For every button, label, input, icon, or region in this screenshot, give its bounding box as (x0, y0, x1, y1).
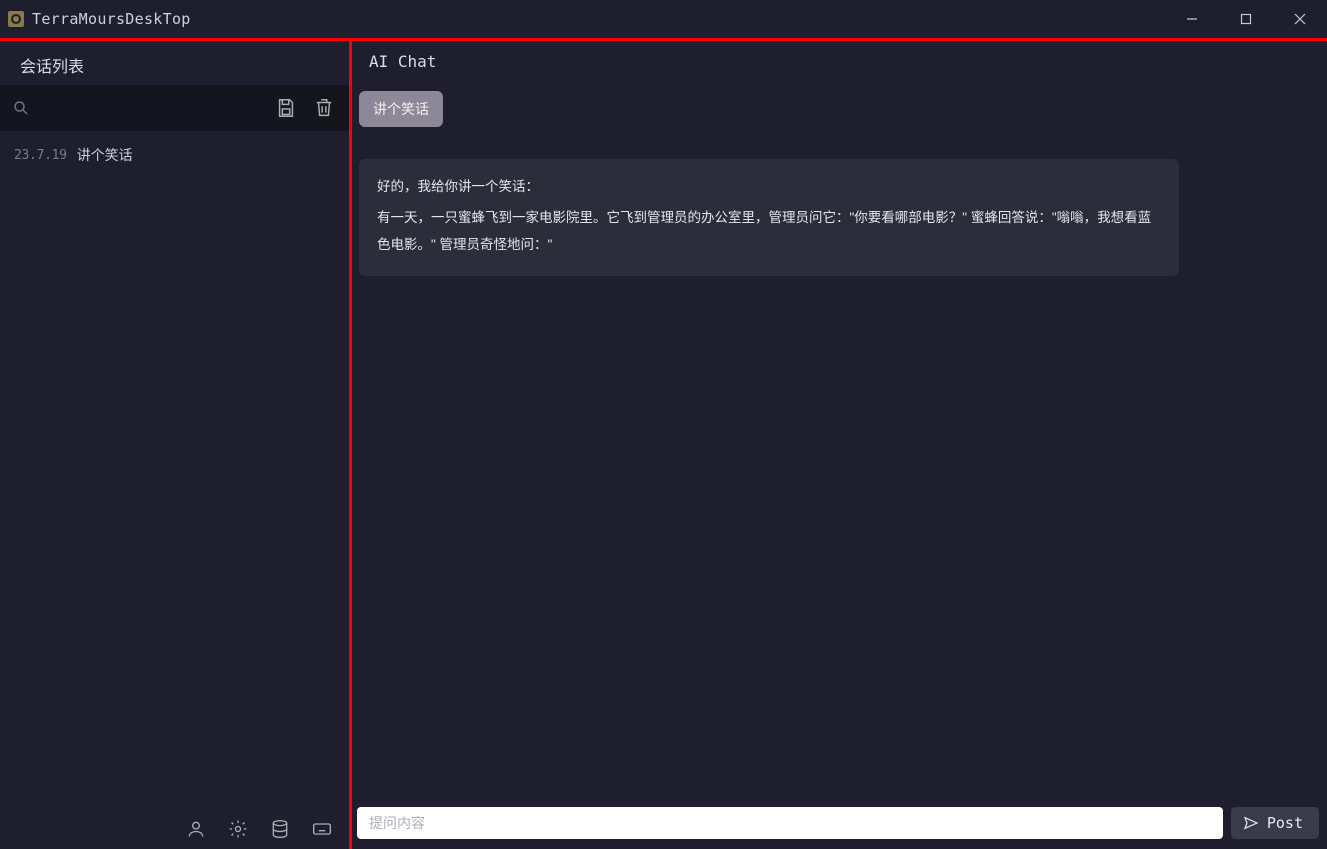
compose-input[interactable] (357, 807, 1223, 839)
conversation-item[interactable]: 23.7.19 讲个笑话 (0, 137, 349, 173)
delete-session-button[interactable] (309, 93, 339, 123)
conversation-title: 讲个笑话 (77, 145, 133, 165)
settings-button[interactable] (223, 814, 253, 844)
save-session-button[interactable] (271, 93, 301, 123)
sidebar-title: 会话列表 (0, 45, 349, 85)
window-title: TerraMoursDeskTop (32, 10, 191, 28)
conversation-list: 23.7.19 讲个笑话 (0, 131, 349, 809)
database-button[interactable] (265, 814, 295, 844)
user-button[interactable] (181, 814, 211, 844)
chat-scroll[interactable]: 讲个笑话 好的，我给你讲一个笑话： 有一天，一只蜜蜂飞到一家电影院里。它飞到管理… (349, 81, 1327, 801)
annotation-red-line-vertical (349, 41, 352, 849)
maximize-button[interactable] (1223, 3, 1269, 35)
composer: Post (349, 801, 1327, 849)
search-row (0, 85, 349, 131)
post-button[interactable]: Post (1231, 807, 1319, 839)
main-panel: AI Chat 讲个笑话 好的，我给你讲一个笑话： 有一天，一只蜜蜂飞到一家电影… (349, 41, 1327, 849)
ai-message-line: 有一天，一只蜜蜂飞到一家电影院里。它飞到管理员的办公室里，管理员问它："你要看哪… (377, 204, 1161, 258)
conversation-date: 23.7.19 (14, 148, 67, 163)
keyboard-button[interactable] (307, 814, 337, 844)
ai-message-line: 好的，我给你讲一个笑话： (377, 173, 1161, 200)
main-title: AI Chat (349, 41, 1327, 81)
ai-message: 好的，我给你讲一个笑话： 有一天，一只蜜蜂飞到一家电影院里。它飞到管理员的办公室… (359, 159, 1179, 276)
search-icon (12, 99, 30, 117)
app-logo-icon (8, 11, 24, 27)
search-input[interactable] (38, 94, 263, 123)
minimize-button[interactable] (1169, 3, 1215, 35)
user-message: 讲个笑话 (359, 91, 443, 127)
title-bar: TerraMoursDeskTop (0, 0, 1327, 38)
sidebar-footer (0, 809, 349, 849)
close-button[interactable] (1277, 3, 1323, 35)
send-icon (1243, 815, 1259, 831)
sidebar: 会话列表 23.7.19 讲个笑话 (0, 41, 349, 849)
post-button-label: Post (1267, 814, 1303, 832)
